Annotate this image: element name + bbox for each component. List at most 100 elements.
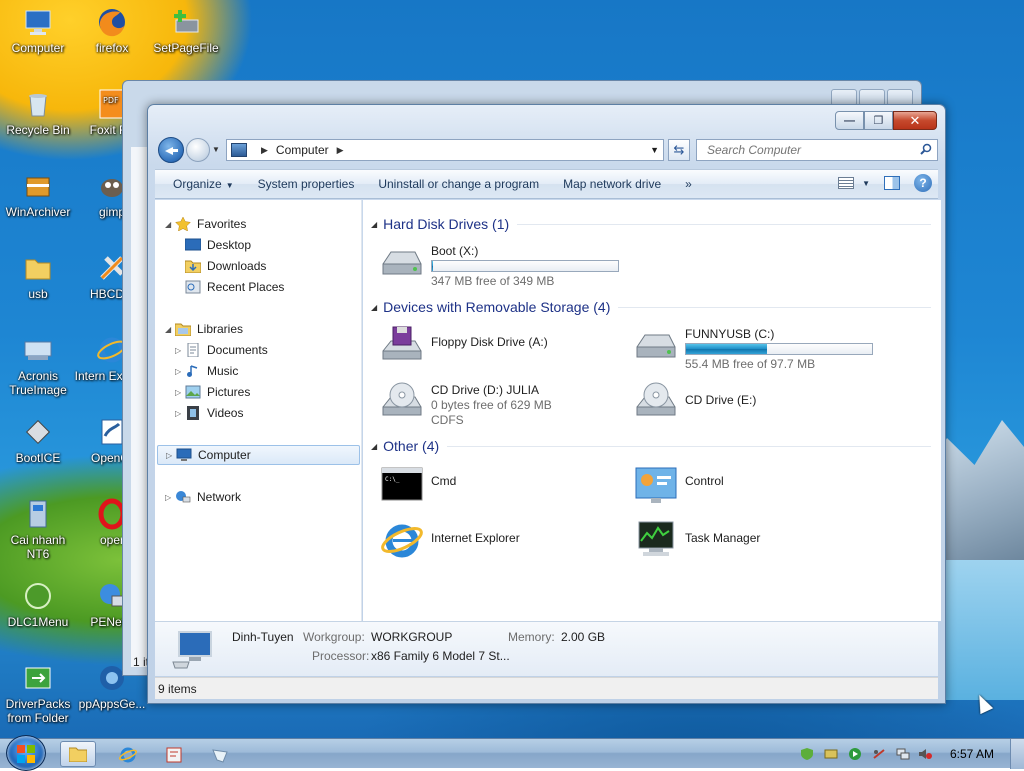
breadcrumb-chevron-icon[interactable]: ▶ xyxy=(261,145,268,156)
desktop-icon-label: BootICE xyxy=(15,451,61,465)
search-input[interactable] xyxy=(705,142,905,158)
volume-muted-icon[interactable] xyxy=(918,748,932,760)
collapsed-triangle-icon[interactable]: ▷ xyxy=(175,409,185,418)
nav-videos[interactable]: ▷ Videos xyxy=(175,403,243,423)
drive-funnyusb-c[interactable]: FUNNYUSB (C:) 55.4 MB free of 97.7 MB xyxy=(633,325,873,372)
collapsed-triangle-icon[interactable]: ▷ xyxy=(166,451,176,460)
drive-filesystem: CDFS xyxy=(431,413,464,427)
expanded-triangle-icon[interactable]: ◢ xyxy=(165,325,175,334)
minimize-button[interactable]: — xyxy=(835,111,864,130)
search-icon[interactable] xyxy=(920,143,932,155)
hard-drive-icon xyxy=(382,251,422,275)
taskbar-app-button[interactable] xyxy=(202,741,238,767)
nav-pictures[interactable]: ▷ Pictures xyxy=(175,382,250,402)
tray-app-icon[interactable] xyxy=(872,748,886,760)
nav-desktop[interactable]: Desktop xyxy=(185,235,251,255)
collapsed-triangle-icon[interactable]: ▷ xyxy=(175,346,185,355)
nav-favorites[interactable]: ◢ Favorites xyxy=(165,214,246,234)
computer-icon xyxy=(172,631,212,669)
desktop-icon-cai-nhanh[interactable]: Cai nhanh NT6 xyxy=(0,498,76,561)
windows-logo-icon xyxy=(17,745,35,763)
desktop-icon-setpagefile[interactable]: SetPageFile xyxy=(148,6,224,55)
taskbar-ie-button[interactable] xyxy=(110,741,146,767)
change-view-button[interactable]: ▼ xyxy=(838,177,870,189)
item-task-manager[interactable]: Task Manager xyxy=(633,519,760,561)
preview-pane-button[interactable] xyxy=(884,176,900,190)
collapsed-triangle-icon[interactable]: ▷ xyxy=(175,388,185,397)
nav-music[interactable]: ▷ Music xyxy=(175,361,238,381)
desktop-icon-driverpacks[interactable]: DriverPacks from Folder xyxy=(0,662,76,725)
item-cmd[interactable]: C:\_ Cmd xyxy=(379,464,456,506)
desktop-icon-recycle-bin[interactable]: Recycle Bin xyxy=(0,88,76,137)
desktop-icon-computer[interactable]: Computer xyxy=(0,6,76,55)
expanded-triangle-icon[interactable]: ◢ xyxy=(371,442,377,451)
more-commands-button[interactable]: » xyxy=(673,177,704,191)
group-header-removable-storage[interactable]: ◢ Devices with Removable Storage (4) xyxy=(371,297,931,317)
nav-label: Pictures xyxy=(207,385,251,399)
organize-label: Organize xyxy=(173,177,222,191)
desktop-icon-acronis[interactable]: Acronis TrueImage xyxy=(0,334,76,397)
nav-label: Downloads xyxy=(207,259,267,273)
nav-recent-places[interactable]: Recent Places xyxy=(185,277,284,297)
nav-computer[interactable]: ▷ Computer xyxy=(157,445,360,465)
breadcrumb-computer[interactable]: Computer xyxy=(276,143,329,157)
expanded-triangle-icon[interactable]: ◢ xyxy=(371,303,377,312)
desktop-icon-winarchiver[interactable]: WinArchiver xyxy=(0,170,76,219)
taskbar-app-button[interactable] xyxy=(156,741,192,767)
item-internet-explorer[interactable]: Internet Explorer xyxy=(379,519,520,561)
network-icon xyxy=(176,491,191,503)
show-desktop-button[interactable] xyxy=(1010,739,1024,769)
maximize-button[interactable]: ❐ xyxy=(864,111,893,130)
collapsed-triangle-icon[interactable]: ▷ xyxy=(175,367,185,376)
close-button[interactable]: ✕ xyxy=(893,111,937,130)
search-box[interactable] xyxy=(696,139,938,161)
item-control[interactable]: Control xyxy=(633,464,724,506)
collapsed-triangle-icon[interactable]: ▷ xyxy=(165,493,175,502)
refresh-button[interactable]: ⇆ xyxy=(668,139,690,161)
address-history-dropdown[interactable]: ▼ xyxy=(650,145,659,155)
desktop-icon-firefox[interactable]: firefox xyxy=(74,6,150,55)
libraries-icon xyxy=(175,323,191,336)
command-bar-right: ▼ ? xyxy=(838,174,932,192)
tray-app-icon[interactable] xyxy=(824,748,838,760)
uninstall-program-button[interactable]: Uninstall or change a program xyxy=(366,177,551,191)
address-bar[interactable]: ▶ Computer ▶ ▼ xyxy=(226,139,664,161)
breadcrumb-chevron-icon[interactable]: ▶ xyxy=(337,145,344,156)
start-button[interactable] xyxy=(6,735,46,771)
organize-menu[interactable]: Organize ▼ xyxy=(155,177,246,191)
map-network-drive-button[interactable]: Map network drive xyxy=(551,177,673,191)
network-icon[interactable] xyxy=(896,748,910,760)
play-icon[interactable] xyxy=(848,748,862,760)
drive-cd-d-julia[interactable]: CD Drive (D:) JULIA 0 bytes free of 629 … xyxy=(379,381,552,428)
back-button[interactable] xyxy=(158,137,184,163)
forward-button[interactable] xyxy=(186,138,210,162)
nav-libraries[interactable]: ◢ Libraries xyxy=(165,319,243,339)
help-button[interactable]: ? xyxy=(914,174,932,192)
taskbar-explorer-button[interactable] xyxy=(60,741,96,767)
drive-usage-bar xyxy=(431,260,619,272)
navigation-pane: ◢ Favorites Desktop Downloads Recent Pla… xyxy=(155,200,362,621)
desktop-icon-dlc1menu[interactable]: DLC1Menu xyxy=(0,580,76,629)
drive-cd-e[interactable]: CD Drive (E:) xyxy=(633,381,756,423)
taskbar-clock[interactable]: 6:57 AM xyxy=(950,747,994,761)
recent-pages-dropdown[interactable]: ▼ xyxy=(212,145,220,154)
group-header-hard-disk-drives[interactable]: ◢ Hard Disk Drives (1) xyxy=(371,214,931,234)
system-properties-button[interactable]: System properties xyxy=(246,177,367,191)
workgroup-label: Workgroup: xyxy=(303,630,365,644)
desktop-icon-label: DriverPacks from Folder xyxy=(5,697,71,725)
desktop-icon-bootice[interactable]: BootICE xyxy=(0,416,76,465)
group-title: Other (4) xyxy=(383,438,440,454)
desktop-icon-usb[interactable]: usb xyxy=(0,252,76,301)
nav-network[interactable]: ▷ Network xyxy=(165,487,241,507)
nav-downloads[interactable]: Downloads xyxy=(185,256,266,276)
expanded-triangle-icon[interactable]: ◢ xyxy=(371,220,377,229)
close-icon: ✕ xyxy=(909,112,921,128)
explorer-window[interactable]: — ❐ ✕ ▼ ▶ Computer ▶ ▼ ⇆ Organize▼ Syste… xyxy=(147,104,946,704)
drive-boot-x[interactable]: Boot (X:) 347 MB free of 349 MB xyxy=(379,242,619,289)
drive-floppy-a[interactable]: Floppy Disk Drive (A:) xyxy=(379,325,548,367)
group-header-other[interactable]: ◢ Other (4) xyxy=(371,436,931,456)
expanded-triangle-icon[interactable]: ◢ xyxy=(165,220,175,229)
shield-icon[interactable] xyxy=(800,748,814,760)
nav-documents[interactable]: ▷ Documents xyxy=(175,340,268,360)
workgroup-value: WORKGROUP xyxy=(371,630,453,644)
